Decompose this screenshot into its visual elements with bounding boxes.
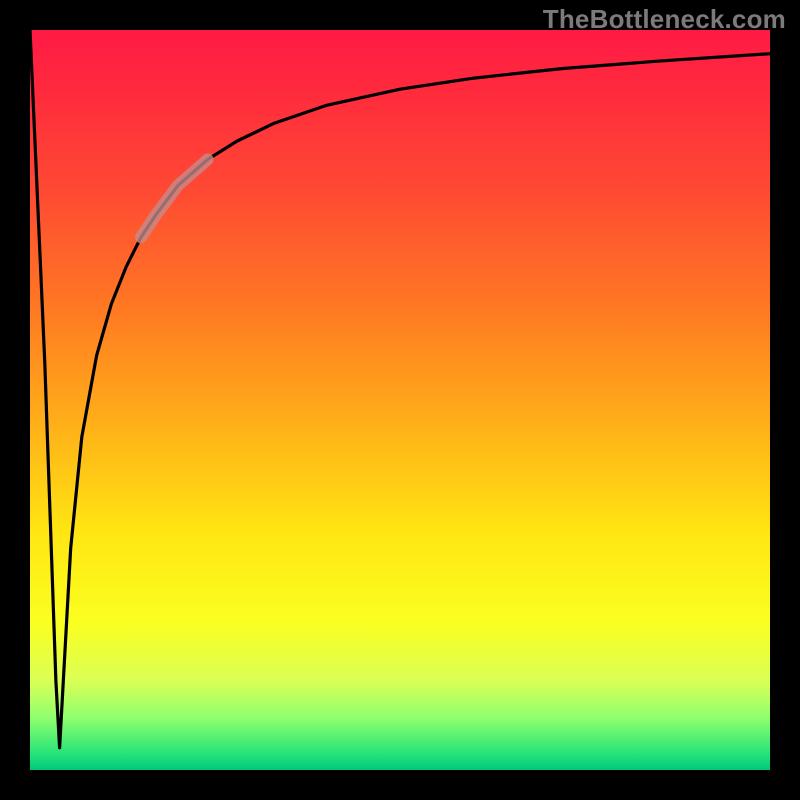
highlight-segment xyxy=(141,160,208,238)
main-curve xyxy=(30,30,770,748)
watermark-text: TheBottleneck.com xyxy=(543,4,786,35)
chart-frame: TheBottleneck.com xyxy=(0,0,800,800)
chart-curve-layer xyxy=(30,30,770,770)
